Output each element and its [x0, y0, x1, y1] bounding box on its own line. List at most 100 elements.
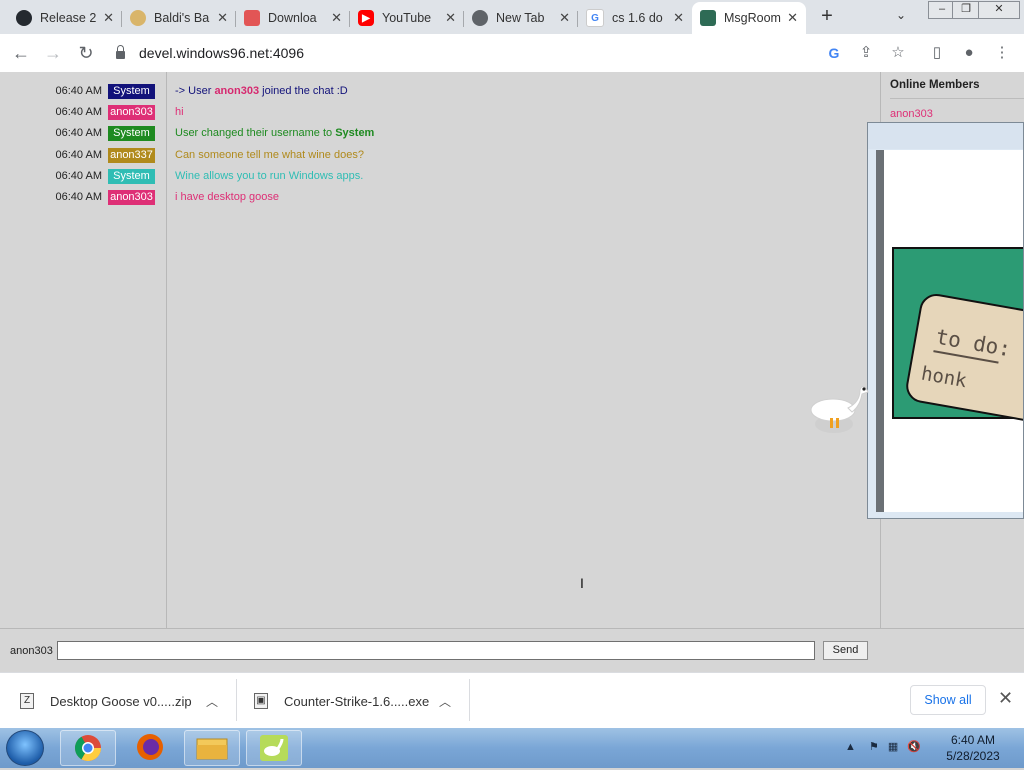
- todo-note-image: to do: honk: [892, 247, 1023, 422]
- network-icon[interactable]: ▦: [888, 741, 898, 753]
- message-timestamp: 06:40 AM: [55, 127, 102, 140]
- close-icon[interactable]: ✕: [787, 10, 798, 26]
- baldi-icon: [130, 10, 146, 26]
- message-text: User changed their username to System: [175, 127, 374, 139]
- message-input[interactable]: [57, 641, 815, 660]
- chat-log: 06:40 AM System -> User anon303 joined the…: [0, 72, 878, 628]
- bookmark-star-icon[interactable]: ☆: [887, 42, 909, 64]
- zip-file-icon: Z: [20, 693, 34, 709]
- download-item-zip[interactable]: Z Desktop Goose v0.....zip ︿: [20, 673, 232, 729]
- firefox-taskbar-button[interactable]: [122, 730, 178, 766]
- message-text: i have desktop goose: [175, 191, 279, 203]
- chevron-up-icon[interactable]: ︿: [206, 693, 218, 710]
- show-hidden-icons-icon[interactable]: ▲: [845, 741, 856, 753]
- chrome-taskbar-button[interactable]: [60, 730, 116, 766]
- back-button[interactable]: ←: [8, 40, 34, 66]
- user-badge[interactable]: System: [108, 168, 155, 184]
- google-icon: G: [586, 9, 604, 27]
- explorer-taskbar-button[interactable]: [184, 730, 240, 766]
- divider: [469, 679, 470, 721]
- browser-toolbar: ← → ↻ devel.windows96.net:4096 G ⇪ ☆ ▯ ●…: [0, 34, 1024, 73]
- chat-message-row: 06:40 AM System -> User anon303 joined the…: [0, 82, 878, 100]
- menu-kebab-icon[interactable]: ⋮: [991, 42, 1013, 64]
- chrome-icon: [472, 10, 488, 26]
- window-titlebar[interactable]: [868, 123, 1023, 149]
- close-icon[interactable]: ✕: [103, 10, 114, 26]
- close-icon[interactable]: ✕: [673, 10, 684, 26]
- profile-icon[interactable]: ●: [958, 42, 980, 64]
- tab-youtube[interactable]: ▶ YouTube ✕: [350, 2, 464, 34]
- lock-icon: [116, 45, 125, 59]
- exe-file-icon: ▣: [254, 693, 268, 709]
- user-badge[interactable]: anon303: [108, 190, 155, 205]
- user-badge[interactable]: anon303: [108, 105, 155, 121]
- tab-search-chevron-icon[interactable]: ⌄: [896, 8, 906, 22]
- message-text-part: Wine allows you to run Windows apps.: [175, 169, 364, 182]
- restore-button[interactable]: ❐: [952, 1, 980, 19]
- close-icon[interactable]: ✕: [217, 10, 228, 26]
- close-icon[interactable]: ✕: [559, 10, 570, 26]
- message-timestamp: 06:40 AM: [55, 106, 102, 119]
- desktop-goose-icon[interactable]: [808, 380, 872, 440]
- download-item-exe[interactable]: ▣ Counter-Strike-1.6.....exe ︿: [254, 673, 466, 729]
- message-text-part: i have desktop goose: [175, 191, 279, 203]
- show-all-button[interactable]: Show all: [910, 685, 986, 715]
- clock-time: 6:40 AM: [950, 733, 996, 747]
- desktop-goose-taskbar-button[interactable]: [246, 730, 302, 766]
- clock-date: 5/28/2023: [946, 749, 1000, 763]
- reload-button[interactable]: ↻: [73, 40, 99, 66]
- forward-button[interactable]: →: [40, 40, 66, 66]
- user-badge[interactable]: System: [108, 84, 155, 99]
- message-highlight: anon303: [214, 85, 260, 97]
- tab-title: Downloa: [268, 11, 317, 25]
- action-center-icon[interactable]: ⚑: [869, 741, 879, 753]
- download-filename: Counter-Strike-1.6.....exe: [284, 693, 430, 709]
- address-bar[interactable]: devel.windows96.net:4096: [116, 40, 816, 66]
- member-item[interactable]: anon303: [890, 108, 933, 120]
- start-button[interactable]: [6, 730, 44, 766]
- chevron-up-icon[interactable]: ︿: [439, 693, 451, 710]
- volume-muted-icon[interactable]: 🔇: [907, 741, 921, 753]
- close-icon[interactable]: ✕: [445, 10, 456, 26]
- taskbar-clock[interactable]: 6:40 AM 5/28/2023: [938, 732, 1008, 764]
- chat-message-row: 06:40 AM anon303 i have desktop goose: [0, 188, 878, 206]
- message-text-part: -> User: [175, 85, 215, 97]
- divider: [236, 679, 237, 721]
- tab-release[interactable]: Release 2 ✕: [8, 2, 122, 34]
- github-icon: [16, 10, 32, 26]
- side-panel-icon[interactable]: ▯: [926, 42, 948, 64]
- msgroom-icon: [700, 10, 716, 26]
- tab-strip: Release 2 ✕ Baldi's Ba ✕ Downloa ✕ ▶ You…: [0, 0, 1024, 34]
- user-badge[interactable]: System: [108, 126, 155, 142]
- chat-input-bar: anon303 Send: [0, 628, 1024, 673]
- chrome-icon: [74, 735, 102, 762]
- windows-taskbar: ▲ ⚑ ▦ 🔇 6:40 AM 5/28/2023: [0, 728, 1024, 768]
- new-tab-button[interactable]: +: [816, 5, 838, 28]
- close-window-button[interactable]: ✕: [978, 1, 1020, 19]
- message-text: Wine allows you to run Windows apps.: [175, 170, 363, 182]
- tab-msgroom[interactable]: MsgRoom ✕: [692, 2, 806, 34]
- close-icon[interactable]: ✕: [331, 10, 342, 26]
- tab-new-tab[interactable]: New Tab ✕: [464, 2, 578, 34]
- tab-title: YouTube: [382, 11, 432, 25]
- share-icon[interactable]: ⇪: [855, 42, 877, 64]
- tab-downloads-app[interactable]: Downloa ✕: [236, 2, 350, 34]
- download-filename: Desktop Goose v0.....zip: [50, 693, 192, 709]
- google-lens-icon[interactable]: G: [823, 42, 845, 64]
- goose-note-window[interactable]: to do: honk: [867, 122, 1024, 519]
- tab-google-search[interactable]: G cs 1.6 do ✕: [578, 2, 692, 34]
- user-badge[interactable]: anon337: [108, 147, 155, 163]
- nickname-label[interactable]: anon303: [10, 645, 53, 657]
- tab-title: cs 1.6 do: [612, 11, 663, 25]
- message-timestamp: 06:40 AM: [55, 85, 102, 97]
- youtube-icon: ▶: [358, 10, 374, 26]
- tab-title: MsgRoom: [724, 11, 781, 25]
- text-cursor-icon: I: [580, 575, 584, 591]
- divider: [890, 98, 1024, 99]
- chat-message-row: 06:40 AM anon337 Can someone tell me what …: [0, 146, 878, 164]
- close-icon[interactable]: ✕: [998, 688, 1013, 709]
- message-highlight: System: [335, 127, 375, 140]
- message-timestamp: 06:40 AM: [55, 191, 102, 203]
- tab-baldi[interactable]: Baldi's Ba ✕: [122, 2, 236, 34]
- send-button[interactable]: Send: [823, 641, 868, 660]
